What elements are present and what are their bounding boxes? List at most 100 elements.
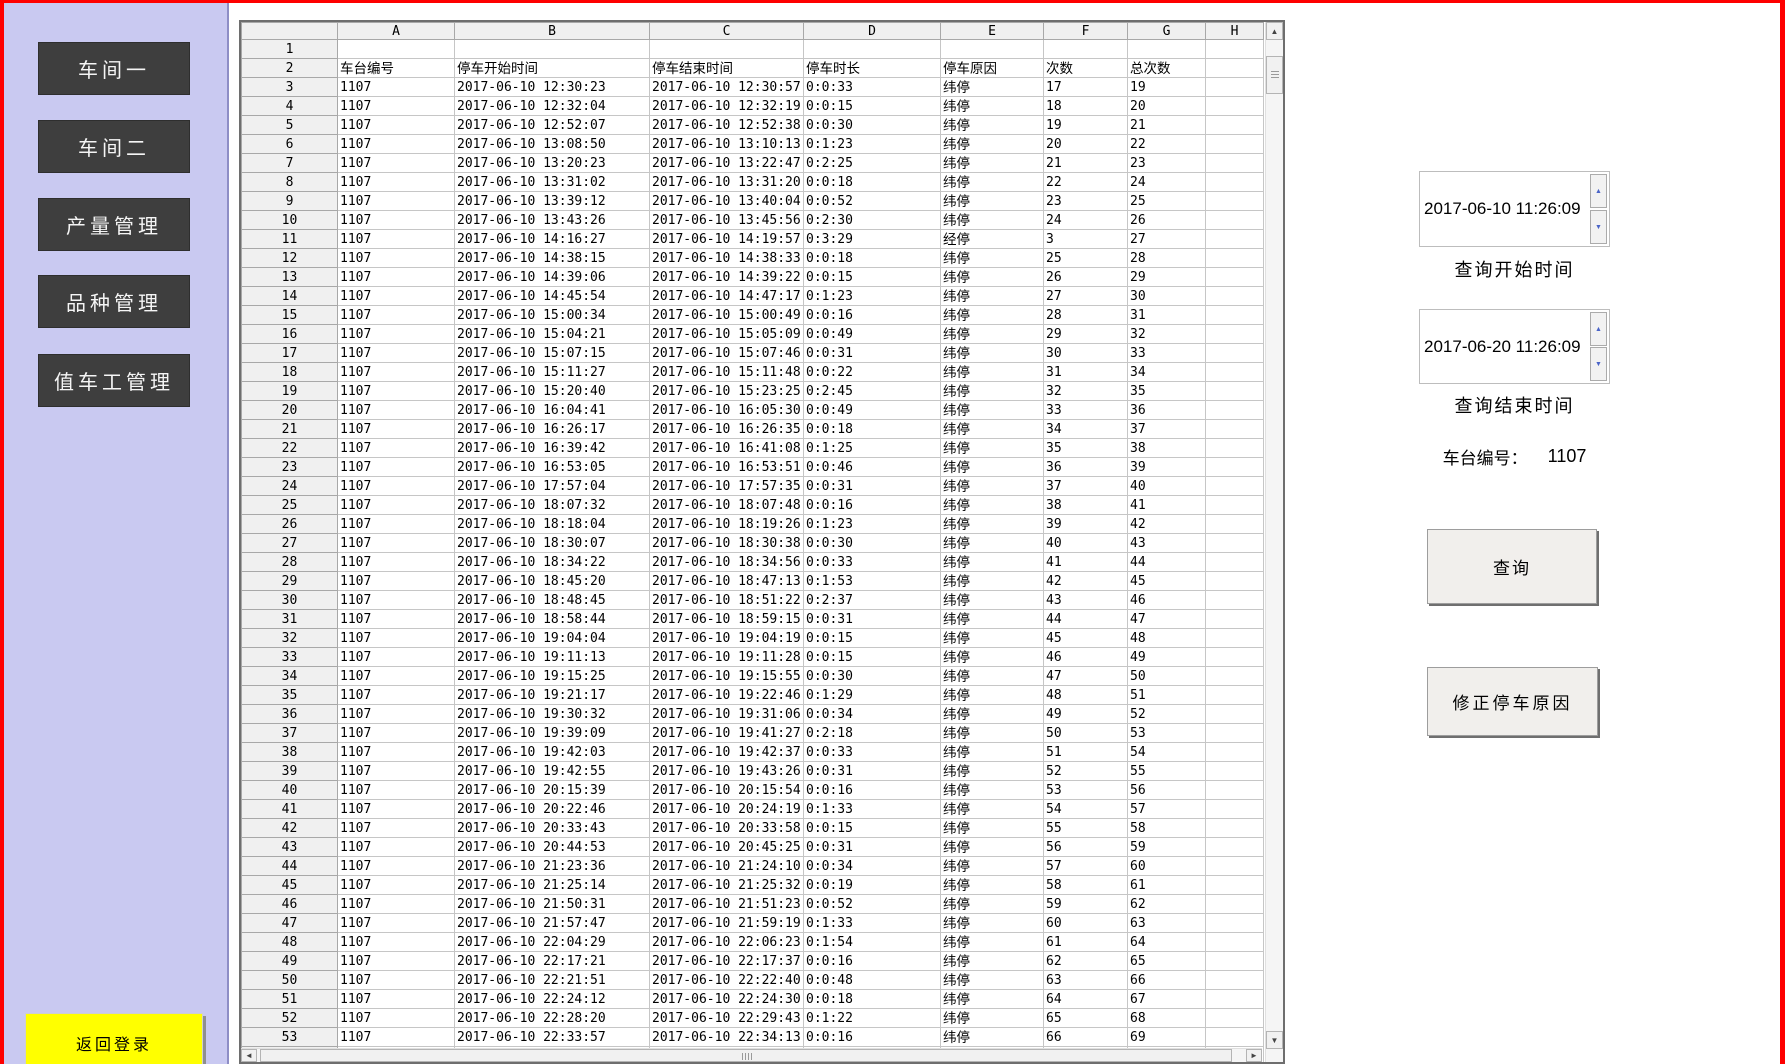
cell[interactable] <box>1206 173 1264 192</box>
cell[interactable] <box>1206 154 1264 173</box>
cell[interactable]: 66 <box>1128 971 1206 990</box>
cell[interactable]: 2017-06-10 12:52:38 <box>650 116 804 135</box>
back-to-login-button[interactable]: 返回登录 <box>25 1013 203 1064</box>
cell[interactable]: 1107 <box>338 249 455 268</box>
cell[interactable]: 56 <box>1128 781 1206 800</box>
horizontal-scrollbar[interactable]: ◄ ► <box>241 1048 1262 1062</box>
cell[interactable]: 2017-06-10 13:31:20 <box>650 173 804 192</box>
cell[interactable]: 1107 <box>338 344 455 363</box>
cell[interactable]: 0:0:30 <box>804 116 941 135</box>
cell[interactable] <box>1206 686 1264 705</box>
cell[interactable]: 38 <box>1044 496 1128 515</box>
cell[interactable] <box>1206 1028 1264 1047</box>
row-header[interactable]: 5 <box>242 116 338 135</box>
cell[interactable]: 0:0:31 <box>804 477 941 496</box>
cell[interactable]: 39 <box>1044 515 1128 534</box>
cell[interactable] <box>1206 496 1264 515</box>
cell[interactable]: 37 <box>1128 420 1206 439</box>
cell[interactable] <box>1206 876 1264 895</box>
column-header-g[interactable]: G <box>1128 23 1206 40</box>
row-header[interactable]: 4 <box>242 97 338 116</box>
cell[interactable]: 25 <box>1044 249 1128 268</box>
cell[interactable]: 31 <box>1128 306 1206 325</box>
cell[interactable] <box>1206 268 1264 287</box>
cell[interactable]: 2017-06-10 22:21:51 <box>455 971 650 990</box>
cell[interactable]: 45 <box>1044 629 1128 648</box>
cell[interactable]: 2017-06-10 12:32:04 <box>455 97 650 116</box>
cell[interactable]: 纬停 <box>941 724 1044 743</box>
cell[interactable]: 1107 <box>338 572 455 591</box>
row-header[interactable]: 23 <box>242 458 338 477</box>
cell[interactable]: 1107 <box>338 534 455 553</box>
cell[interactable]: 纬停 <box>941 572 1044 591</box>
cell[interactable]: 66 <box>1044 1028 1128 1047</box>
cell[interactable]: 纬停 <box>941 933 1044 952</box>
cell[interactable]: 61 <box>1128 876 1206 895</box>
cell[interactable]: 41 <box>1044 553 1128 572</box>
vertical-scrollbar-thumb[interactable] <box>1266 56 1283 94</box>
cell[interactable]: 0:0:16 <box>804 952 941 971</box>
cell[interactable]: 纬停 <box>941 800 1044 819</box>
column-header-c[interactable]: C <box>650 23 804 40</box>
cell[interactable]: 1107 <box>338 458 455 477</box>
cell[interactable]: 0:0:30 <box>804 534 941 553</box>
sidebar-item-operator-mgmt[interactable]: 值车工管理 <box>38 354 190 407</box>
cell[interactable]: 0:0:16 <box>804 496 941 515</box>
cell[interactable]: 69 <box>1128 1028 1206 1047</box>
cell[interactable] <box>1206 344 1264 363</box>
cell[interactable]: 纬停 <box>941 591 1044 610</box>
cell[interactable] <box>941 40 1044 59</box>
cell[interactable]: 纬停 <box>941 154 1044 173</box>
cell[interactable]: 64 <box>1128 933 1206 952</box>
cell[interactable]: 纬停 <box>941 249 1044 268</box>
cell[interactable]: 28 <box>1128 249 1206 268</box>
cell[interactable]: 2017-06-10 16:26:35 <box>650 420 804 439</box>
cell[interactable]: 纬停 <box>941 686 1044 705</box>
cell[interactable] <box>1206 648 1264 667</box>
cell[interactable]: 33 <box>1044 401 1128 420</box>
cell[interactable]: 纬停 <box>941 895 1044 914</box>
cell[interactable]: 1107 <box>338 629 455 648</box>
cell[interactable]: 2017-06-10 19:42:03 <box>455 743 650 762</box>
cell[interactable]: 1107 <box>338 496 455 515</box>
cell[interactable]: 17 <box>1044 78 1128 97</box>
cell[interactable]: 纬停 <box>941 135 1044 154</box>
cell[interactable]: 纬停 <box>941 496 1044 515</box>
cell[interactable]: 纬停 <box>941 705 1044 724</box>
cell[interactable] <box>650 40 804 59</box>
cell[interactable]: 2017-06-10 14:45:54 <box>455 287 650 306</box>
cell[interactable]: 0:0:33 <box>804 743 941 762</box>
cell[interactable]: 37 <box>1044 477 1128 496</box>
cell[interactable]: 2017-06-10 20:15:54 <box>650 781 804 800</box>
cell[interactable]: 1107 <box>338 971 455 990</box>
cell[interactable] <box>1206 705 1264 724</box>
cell[interactable]: 纬停 <box>941 534 1044 553</box>
column-header-a[interactable]: A <box>338 23 455 40</box>
cell[interactable]: 0:0:31 <box>804 838 941 857</box>
cell[interactable]: 2017-06-10 22:33:57 <box>455 1028 650 1047</box>
row-header[interactable]: 12 <box>242 249 338 268</box>
cell[interactable]: 0:1:54 <box>804 933 941 952</box>
row-header[interactable]: 49 <box>242 952 338 971</box>
cell[interactable]: 2017-06-10 22:06:23 <box>650 933 804 952</box>
row-header[interactable]: 38 <box>242 743 338 762</box>
cell[interactable]: 纬停 <box>941 781 1044 800</box>
cell[interactable]: 2017-06-10 21:25:32 <box>650 876 804 895</box>
cell[interactable] <box>1206 610 1264 629</box>
cell[interactable]: 27 <box>1044 287 1128 306</box>
cell[interactable]: 2017-06-10 22:17:37 <box>650 952 804 971</box>
cell[interactable]: 51 <box>1044 743 1128 762</box>
cell[interactable]: 0:1:33 <box>804 800 941 819</box>
cell[interactable]: 纬停 <box>941 990 1044 1009</box>
cell[interactable]: 36 <box>1044 458 1128 477</box>
cell[interactable]: 46 <box>1128 591 1206 610</box>
cell[interactable]: 2017-06-10 20:44:53 <box>455 838 650 857</box>
row-header[interactable]: 21 <box>242 420 338 439</box>
cell[interactable]: 纬停 <box>941 78 1044 97</box>
query-button[interactable]: 查询 <box>1427 529 1597 604</box>
cell[interactable]: 2017-06-10 16:39:42 <box>455 439 650 458</box>
row-header[interactable]: 1 <box>242 40 338 59</box>
cell[interactable] <box>1206 629 1264 648</box>
row-header[interactable]: 25 <box>242 496 338 515</box>
cell[interactable]: 56 <box>1044 838 1128 857</box>
